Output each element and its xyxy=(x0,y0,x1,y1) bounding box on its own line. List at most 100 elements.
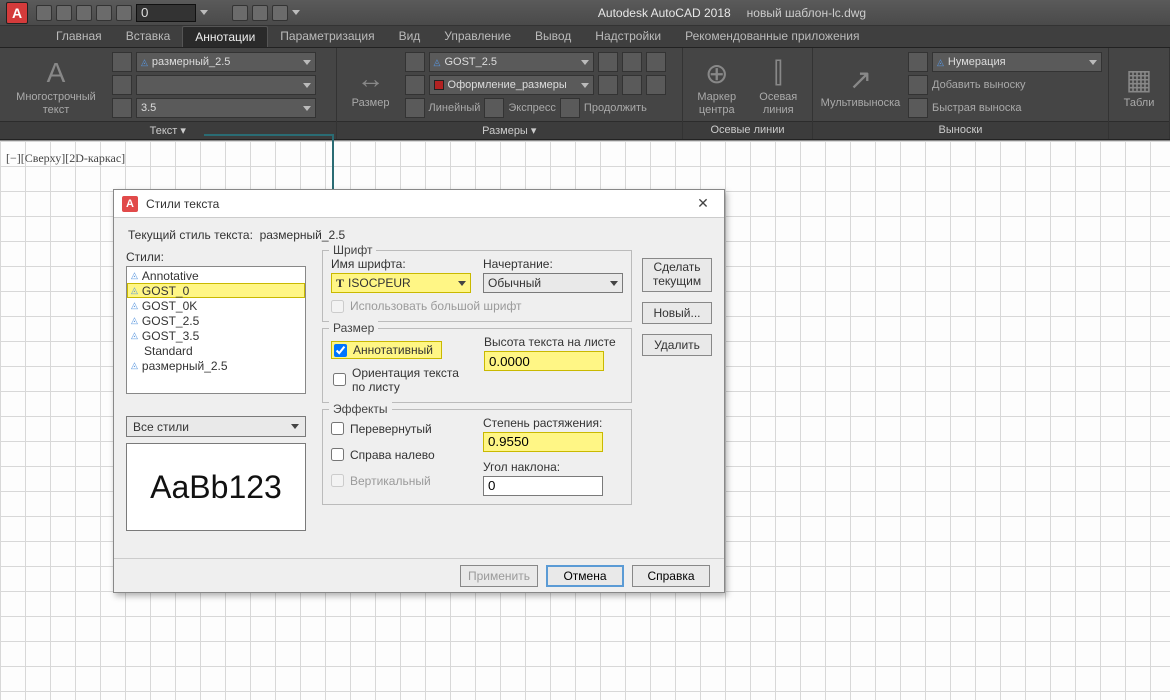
list-item[interactable]: Standard xyxy=(127,343,305,358)
font-face-dropdown[interactable]: Обычный xyxy=(483,273,623,293)
flip-checkbox[interactable] xyxy=(331,422,344,435)
centermark-label: Маркер центра xyxy=(689,91,745,115)
dimension-button[interactable]: ↔ Размер xyxy=(343,52,399,121)
find-icon[interactable] xyxy=(112,75,132,95)
centerline-button[interactable]: ⫿ Осевая линия xyxy=(751,52,807,121)
dim-continue-label[interactable]: Продолжить xyxy=(584,102,647,114)
dim-tool2-icon[interactable] xyxy=(622,52,642,72)
chevron-down-icon xyxy=(303,106,311,111)
centermark-button[interactable]: ⊕ Маркер центра xyxy=(689,52,745,121)
height-icon[interactable] xyxy=(112,98,132,118)
dim-layer-dropdown[interactable]: Оформление_размеры xyxy=(429,75,594,95)
text-find-dropdown[interactable] xyxy=(136,75,316,95)
chevron-down-icon xyxy=(610,281,618,286)
dim-quick-label[interactable]: Экспресс xyxy=(508,102,556,114)
leader-quick-label[interactable]: Быстрая выноска xyxy=(932,102,1022,114)
style-filter-dropdown[interactable]: Все стили xyxy=(126,416,306,437)
text-height-dropdown[interactable]: 3.5 xyxy=(136,98,316,118)
close-button[interactable]: ✕ xyxy=(690,194,716,214)
ribbon-group-label-dimensions[interactable]: Размеры ▾ xyxy=(337,121,682,139)
qat-layout-icon[interactable] xyxy=(272,5,288,21)
delete-style-button[interactable]: Удалить xyxy=(642,334,712,356)
dim-continue-icon[interactable] xyxy=(560,98,580,118)
tab-insert[interactable]: Вставка xyxy=(114,26,183,47)
ribbon-group-label-text[interactable]: Текст ▾ xyxy=(0,121,336,139)
tab-home[interactable]: Главная xyxy=(44,26,114,47)
qat-new-icon[interactable] xyxy=(36,5,52,21)
paper-height-input[interactable] xyxy=(484,351,604,371)
ribbon-panel-dimensions: ↔ Размер ◬GOST_2.5 Оформление_размеры xyxy=(337,48,683,139)
tab-apps[interactable]: Рекомендованные приложения xyxy=(673,26,871,47)
dim-tool5-icon[interactable] xyxy=(622,75,642,95)
leader-add-icon[interactable] xyxy=(908,75,928,95)
leader-style-dropdown[interactable]: ◬Нумерация xyxy=(932,52,1102,72)
dim-style-icon[interactable] xyxy=(405,52,425,72)
list-item-selected[interactable]: ◬GOST_0 xyxy=(127,283,305,298)
table-button[interactable]: ▦ Табли xyxy=(1115,52,1163,121)
list-item[interactable]: ◬GOST_2.5 xyxy=(127,313,305,328)
dim-tool1-icon[interactable] xyxy=(598,52,618,72)
orientation-checkbox[interactable] xyxy=(333,373,346,386)
font-face-value: Обычный xyxy=(488,276,541,290)
text-abc-icon[interactable] xyxy=(112,52,132,72)
text-preview: AaBb123 xyxy=(126,443,306,531)
font-name-dropdown[interactable]: TISOCPEUR xyxy=(331,273,471,293)
qat-redo-icon[interactable] xyxy=(116,5,132,21)
paper-height-label: Высота текста на листе xyxy=(484,335,623,349)
dim-quick-icon[interactable] xyxy=(484,98,504,118)
set-current-button[interactable]: Сделать текущим xyxy=(642,258,712,292)
dim-style-dropdown[interactable]: ◬GOST_2.5 xyxy=(429,52,594,72)
rtl-checkbox[interactable] xyxy=(331,448,344,461)
dim-linear-label[interactable]: Линейный xyxy=(429,102,481,114)
tab-annotate[interactable]: Аннотации xyxy=(182,26,268,47)
dim-layer-icon[interactable] xyxy=(405,75,425,95)
tab-manage[interactable]: Управление xyxy=(432,26,523,47)
annotative-checkbox[interactable] xyxy=(334,344,347,357)
width-factor-input[interactable] xyxy=(483,432,603,452)
styles-list[interactable]: ◬Annotative ◬GOST_0 ◬GOST_0K ◬GOST_2.5 ◬… xyxy=(126,266,306,394)
tab-output[interactable]: Вывод xyxy=(523,26,583,47)
text-style-value: размерный_2.5 xyxy=(152,56,231,68)
dim-linear-icon[interactable] xyxy=(405,98,425,118)
annotative-icon: ◬ xyxy=(131,300,138,311)
app-logo[interactable]: A xyxy=(6,2,28,24)
list-item[interactable]: ◬размерный_2.5 xyxy=(127,358,305,373)
annotative-icon: ◬ xyxy=(131,315,138,326)
qat-plot-icon[interactable] xyxy=(232,5,248,21)
qat-sheetset-icon[interactable] xyxy=(252,5,268,21)
qat-save-icon[interactable] xyxy=(76,5,92,21)
tab-parametrize[interactable]: Параметризация xyxy=(268,26,386,47)
mtext-button[interactable]: A Многострочный текст xyxy=(6,52,106,121)
dim-tool6-icon[interactable] xyxy=(646,75,666,95)
list-item[interactable]: ◬GOST_0K xyxy=(127,298,305,313)
effects-group: Эффекты Перевернутый Справа налево xyxy=(322,409,632,505)
dialog-titlebar[interactable]: A Стили текста ✕ xyxy=(114,190,724,218)
annotative-icon: ◬ xyxy=(434,57,441,68)
cancel-button[interactable]: Отмена xyxy=(546,565,624,587)
dim-tool4-icon[interactable] xyxy=(598,75,618,95)
mleader-button[interactable]: ↗ Мультивыноска xyxy=(819,52,902,121)
tab-view[interactable]: Вид xyxy=(387,26,433,47)
dim-tool3-icon[interactable] xyxy=(646,52,666,72)
qat-overflow-icon[interactable] xyxy=(200,10,208,15)
leader-style-icon[interactable] xyxy=(908,52,928,72)
qat-undo-icon[interactable] xyxy=(96,5,112,21)
annotative-icon: ◬ xyxy=(131,270,138,281)
help-button[interactable]: Справка xyxy=(632,565,710,587)
effects-group-label: Эффекты xyxy=(329,402,392,416)
oblique-angle-input[interactable] xyxy=(483,476,603,496)
apply-button: Применить xyxy=(460,565,538,587)
ribbon-group-label-leaders[interactable]: Выноски xyxy=(813,121,1108,139)
new-style-button[interactable]: Новый... xyxy=(642,302,712,324)
qat-open-icon[interactable] xyxy=(56,5,72,21)
leader-quick-icon[interactable] xyxy=(908,98,928,118)
tab-addins[interactable]: Надстройки xyxy=(583,26,673,47)
oblique-angle-label: Угол наклона: xyxy=(483,460,623,474)
leader-add-label[interactable]: Добавить выноску xyxy=(932,79,1026,91)
qat-layer-input[interactable] xyxy=(136,4,196,22)
list-item[interactable]: ◬GOST_3.5 xyxy=(127,328,305,343)
qat-overflow2-icon[interactable] xyxy=(292,10,300,15)
list-item[interactable]: ◬Annotative xyxy=(127,268,305,283)
text-style-dropdown[interactable]: ◬размерный_2.5 xyxy=(136,52,316,72)
viewcube-label[interactable]: [−][Сверху][2D-каркас] xyxy=(6,151,125,166)
